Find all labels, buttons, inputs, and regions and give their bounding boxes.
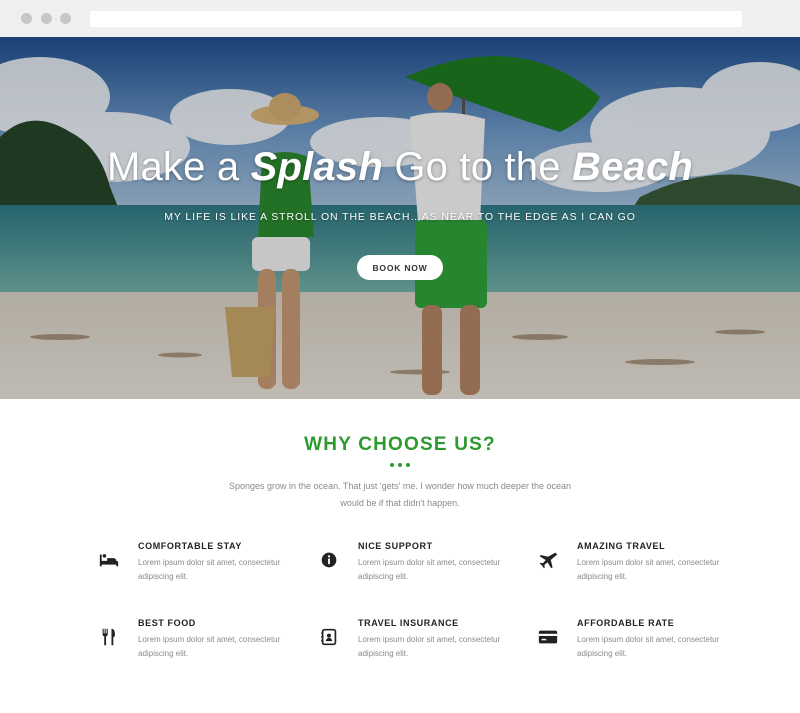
feature-description: Lorem ipsum dolor sit amet, consectetur … — [358, 635, 501, 658]
airplane-icon — [537, 549, 559, 571]
feature-travel-insurance: TRAVEL INSURANCE Lorem ipsum dolor sit a… — [318, 618, 518, 668]
hero-subtitle: MY LIFE IS LIKE A STROLL ON THE BEACH…AS… — [164, 211, 636, 223]
utensils-icon — [98, 626, 120, 648]
feature-title: AMAZING TRAVEL — [577, 541, 666, 551]
hero-title-emphasis-1: Splash — [250, 145, 383, 189]
hero-title-part1: Make a — [106, 145, 251, 189]
contact-book-icon — [318, 626, 340, 648]
window-minimize-dot[interactable] — [41, 13, 52, 24]
feature-title: NICE SUPPORT — [358, 541, 433, 551]
feature-title: AFFORDABLE RATE — [577, 618, 675, 628]
feature-description: Lorem ipsum dolor sit amet, consectetur … — [577, 558, 720, 581]
section-title: WHY CHOOSE US? — [304, 434, 496, 455]
feature-title: BEST FOOD — [138, 618, 196, 628]
feature-description: Lorem ipsum dolor sit amet, consectetur … — [138, 635, 281, 658]
window-maximize-dot[interactable] — [60, 13, 71, 24]
feature-comfortable-stay: COMFORTABLE STAY Lorem ipsum dolor sit a… — [98, 541, 298, 591]
browser-chrome — [0, 0, 800, 37]
credit-card-icon — [537, 626, 559, 648]
bed-icon — [98, 549, 120, 571]
feature-description: Lorem ipsum dolor sit amet, consectetur … — [577, 635, 720, 658]
hero-title: Make a Splash Go to the Beach — [0, 145, 800, 190]
hero-title-emphasis-2: Beach — [571, 145, 694, 189]
feature-best-food: BEST FOOD Lorem ipsum dolor sit amet, co… — [98, 618, 298, 668]
feature-description: Lorem ipsum dolor sit amet, consectetur … — [138, 558, 281, 581]
book-now-button[interactable]: BOOK NOW — [357, 255, 443, 280]
info-icon — [318, 549, 340, 571]
hero-title-part2: Go to the — [383, 145, 572, 189]
feature-title: TRAVEL INSURANCE — [358, 618, 459, 628]
address-bar[interactable] — [90, 11, 742, 27]
window-close-dot[interactable] — [21, 13, 32, 24]
title-divider-dots — [389, 463, 413, 469]
hero-section: Make a Splash Go to the Beach MY LIFE IS… — [0, 37, 800, 399]
feature-affordable-rate: AFFORDABLE RATE Lorem ipsum dolor sit am… — [537, 618, 737, 668]
feature-title: COMFORTABLE STAY — [138, 541, 242, 551]
feature-description: Lorem ipsum dolor sit amet, consectetur … — [358, 558, 501, 581]
section-description: Sponges grow in the ocean. That just 'ge… — [229, 481, 571, 508]
feature-amazing-travel: AMAZING TRAVEL Lorem ipsum dolor sit ame… — [537, 541, 737, 591]
feature-nice-support: NICE SUPPORT Lorem ipsum dolor sit amet,… — [318, 541, 518, 591]
